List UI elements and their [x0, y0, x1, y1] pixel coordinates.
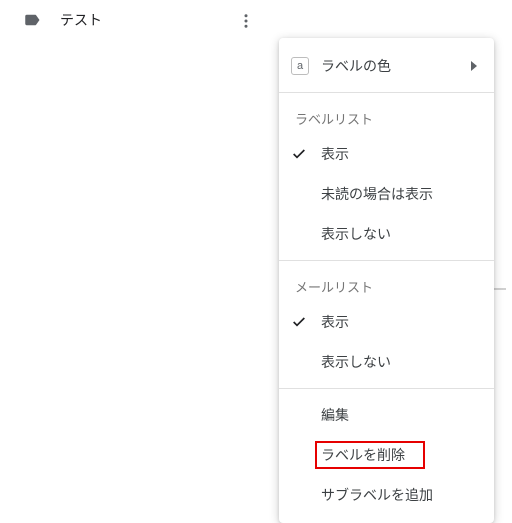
section-header-label-list: ラベルリスト [279, 99, 494, 134]
label-icon [22, 10, 42, 30]
menu-divider [279, 388, 494, 389]
menu-item-labellist-show[interactable]: 表示 [279, 134, 494, 174]
menu-item-label: ラベルを削除 [321, 445, 478, 465]
menu-item-maillist-show[interactable]: 表示 [279, 302, 494, 342]
menu-item-labellist-hide[interactable]: 表示しない [279, 214, 494, 254]
check-icon [291, 146, 321, 162]
menu-item-label: 編集 [321, 405, 478, 425]
menu-item-delete-label[interactable]: ラベルを削除 [279, 435, 494, 475]
menu-item-labellist-show-if-unread[interactable]: 未読の場合は表示 [279, 174, 494, 214]
check-icon [291, 314, 321, 330]
menu-item-edit[interactable]: 編集 [279, 395, 494, 435]
sidebar: テスト [0, 0, 280, 517]
menu-item-label: 未読の場合は表示 [321, 184, 478, 204]
menu-item-maillist-hide[interactable]: 表示しない [279, 342, 494, 382]
section-header-mail-list: メールリスト [279, 267, 494, 302]
menu-divider [279, 260, 494, 261]
label-context-menu: a ラベルの色 ラベルリスト 表示 未読の場合は表示 表示しない メールリスト … [279, 38, 494, 523]
menu-item-label: 表示 [321, 312, 478, 332]
menu-item-label: 表示しない [321, 352, 478, 372]
menu-item-label-color[interactable]: a ラベルの色 [279, 46, 494, 86]
submenu-arrow-icon [462, 61, 478, 71]
menu-item-add-sublabel[interactable]: サブラベルを追加 [279, 475, 494, 515]
more-vert-icon [237, 12, 255, 30]
menu-item-label: サブラベルを追加 [321, 485, 478, 505]
menu-item-label: ラベルの色 [321, 56, 462, 76]
color-badge-icon: a [291, 57, 321, 75]
background-divider [492, 288, 506, 290]
menu-item-label: 表示しない [321, 224, 478, 244]
more-options-button[interactable] [230, 5, 262, 37]
menu-divider [279, 92, 494, 93]
menu-item-label: 表示 [321, 144, 478, 164]
